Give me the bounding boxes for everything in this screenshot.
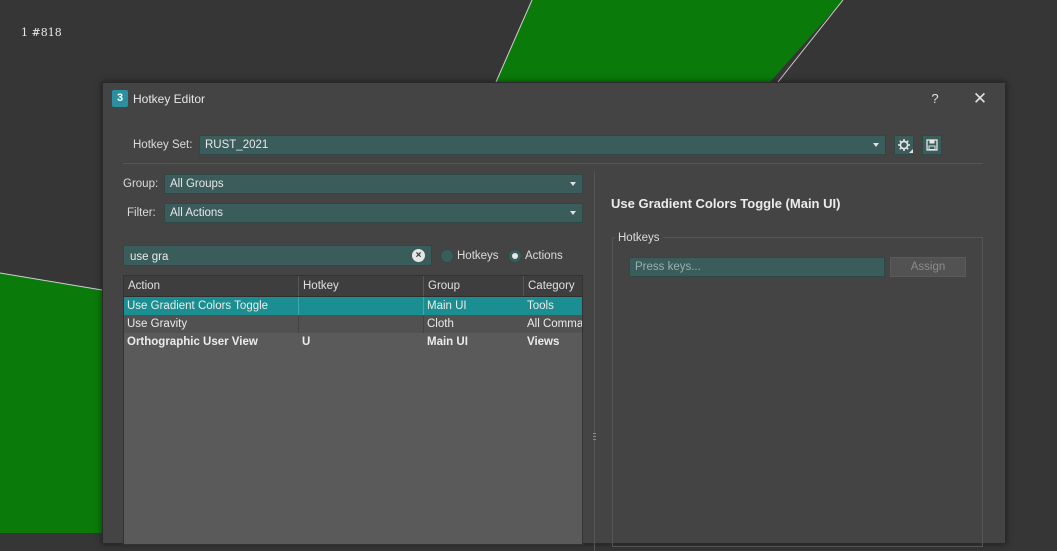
press-keys-input[interactable] <box>629 257 885 277</box>
radio-actions-label: Actions <box>525 250 563 262</box>
panel-splitter <box>594 171 595 551</box>
save-button[interactable] <box>922 135 942 155</box>
cell-action: Orthographic User View <box>127 336 258 348</box>
splitter-handle[interactable] <box>592 431 597 443</box>
filter-dropdown[interactable]: All Actions <box>164 203 583 223</box>
group-dropdown[interactable]: All Groups <box>164 174 583 194</box>
app-logo-icon: 3 <box>112 90 128 107</box>
radio-actions[interactable] <box>508 249 522 263</box>
table-row[interactable]: Use Gravity Cloth All Comma... <box>124 315 583 333</box>
column-header-hotkey[interactable]: Hotkey <box>299 276 424 296</box>
selected-action-title: Use Gradient Colors Toggle (Main UI) <box>611 196 841 211</box>
cell-category: All Comma... <box>527 318 583 330</box>
table-row[interactable]: Orthographic User View U Main UI Views <box>124 333 582 351</box>
search-field[interactable]: × <box>123 245 432 266</box>
settings-button[interactable] <box>894 135 914 155</box>
hotkey-set-dropdown[interactable]: RUST_2021 <box>199 135 886 155</box>
gear-icon <box>898 139 913 153</box>
cell-action: Use Gravity <box>124 315 299 333</box>
help-button[interactable]: ? <box>925 89 945 109</box>
hotkey-set-value: RUST_2021 <box>205 139 269 151</box>
clear-search-icon[interactable]: × <box>412 249 425 262</box>
table-row[interactable]: Use Gradient Colors Toggle Main UI Tools <box>124 297 582 315</box>
cell-group: Main UI <box>427 300 467 312</box>
cell-action: Use Gradient Colors Toggle <box>124 297 299 315</box>
hotkey-set-label: Hotkey Set: <box>133 139 193 151</box>
chevron-down-icon <box>570 182 576 186</box>
search-input[interactable] <box>128 247 402 266</box>
green-shape-left <box>0 273 102 533</box>
cell-hotkey <box>299 315 424 333</box>
dialog-title: Hotkey Editor <box>133 92 206 106</box>
column-header-group[interactable]: Group <box>424 276 524 296</box>
hotkeys-groupbox <box>612 237 983 547</box>
column-header-action[interactable]: Action <box>124 276 299 296</box>
cell-category: Views <box>527 336 560 348</box>
close-button[interactable]: ✕ <box>969 89 991 109</box>
filter-label: Filter: <box>127 207 156 219</box>
actions-table: Action Hotkey Group Category Use Gradien… <box>123 275 583 545</box>
chevron-down-icon <box>570 211 576 215</box>
chevron-down-icon <box>873 143 879 147</box>
group-value: All Groups <box>170 178 224 190</box>
floppy-disk-icon <box>926 139 938 151</box>
radio-hotkeys[interactable] <box>440 249 454 263</box>
hotkey-editor-dialog: 3 Hotkey Editor ? ✕ Hotkey Set: RUST_202… <box>102 82 1006 551</box>
cell-hotkey <box>299 297 424 315</box>
cell-group: Main UI <box>427 336 468 348</box>
cell-group: Cloth <box>427 318 454 330</box>
cell-hotkey: U <box>302 336 311 348</box>
group-label: Group: <box>123 178 159 190</box>
header-divider <box>123 163 983 164</box>
assign-button[interactable]: Assign <box>890 257 966 277</box>
green-shape-top <box>496 0 843 82</box>
radio-hotkeys-label: Hotkeys <box>457 250 499 262</box>
title-bar: 3 Hotkey Editor ? ✕ <box>103 83 1005 115</box>
viewport-corner-label: 1 #818 <box>21 26 62 39</box>
filter-value: All Actions <box>170 207 224 219</box>
table-header: Action Hotkey Group Category <box>124 276 582 297</box>
hotkeys-groupbox-label: Hotkeys <box>615 232 663 244</box>
column-header-category[interactable]: Category <box>524 276 582 296</box>
cell-category: Tools <box>527 300 554 312</box>
